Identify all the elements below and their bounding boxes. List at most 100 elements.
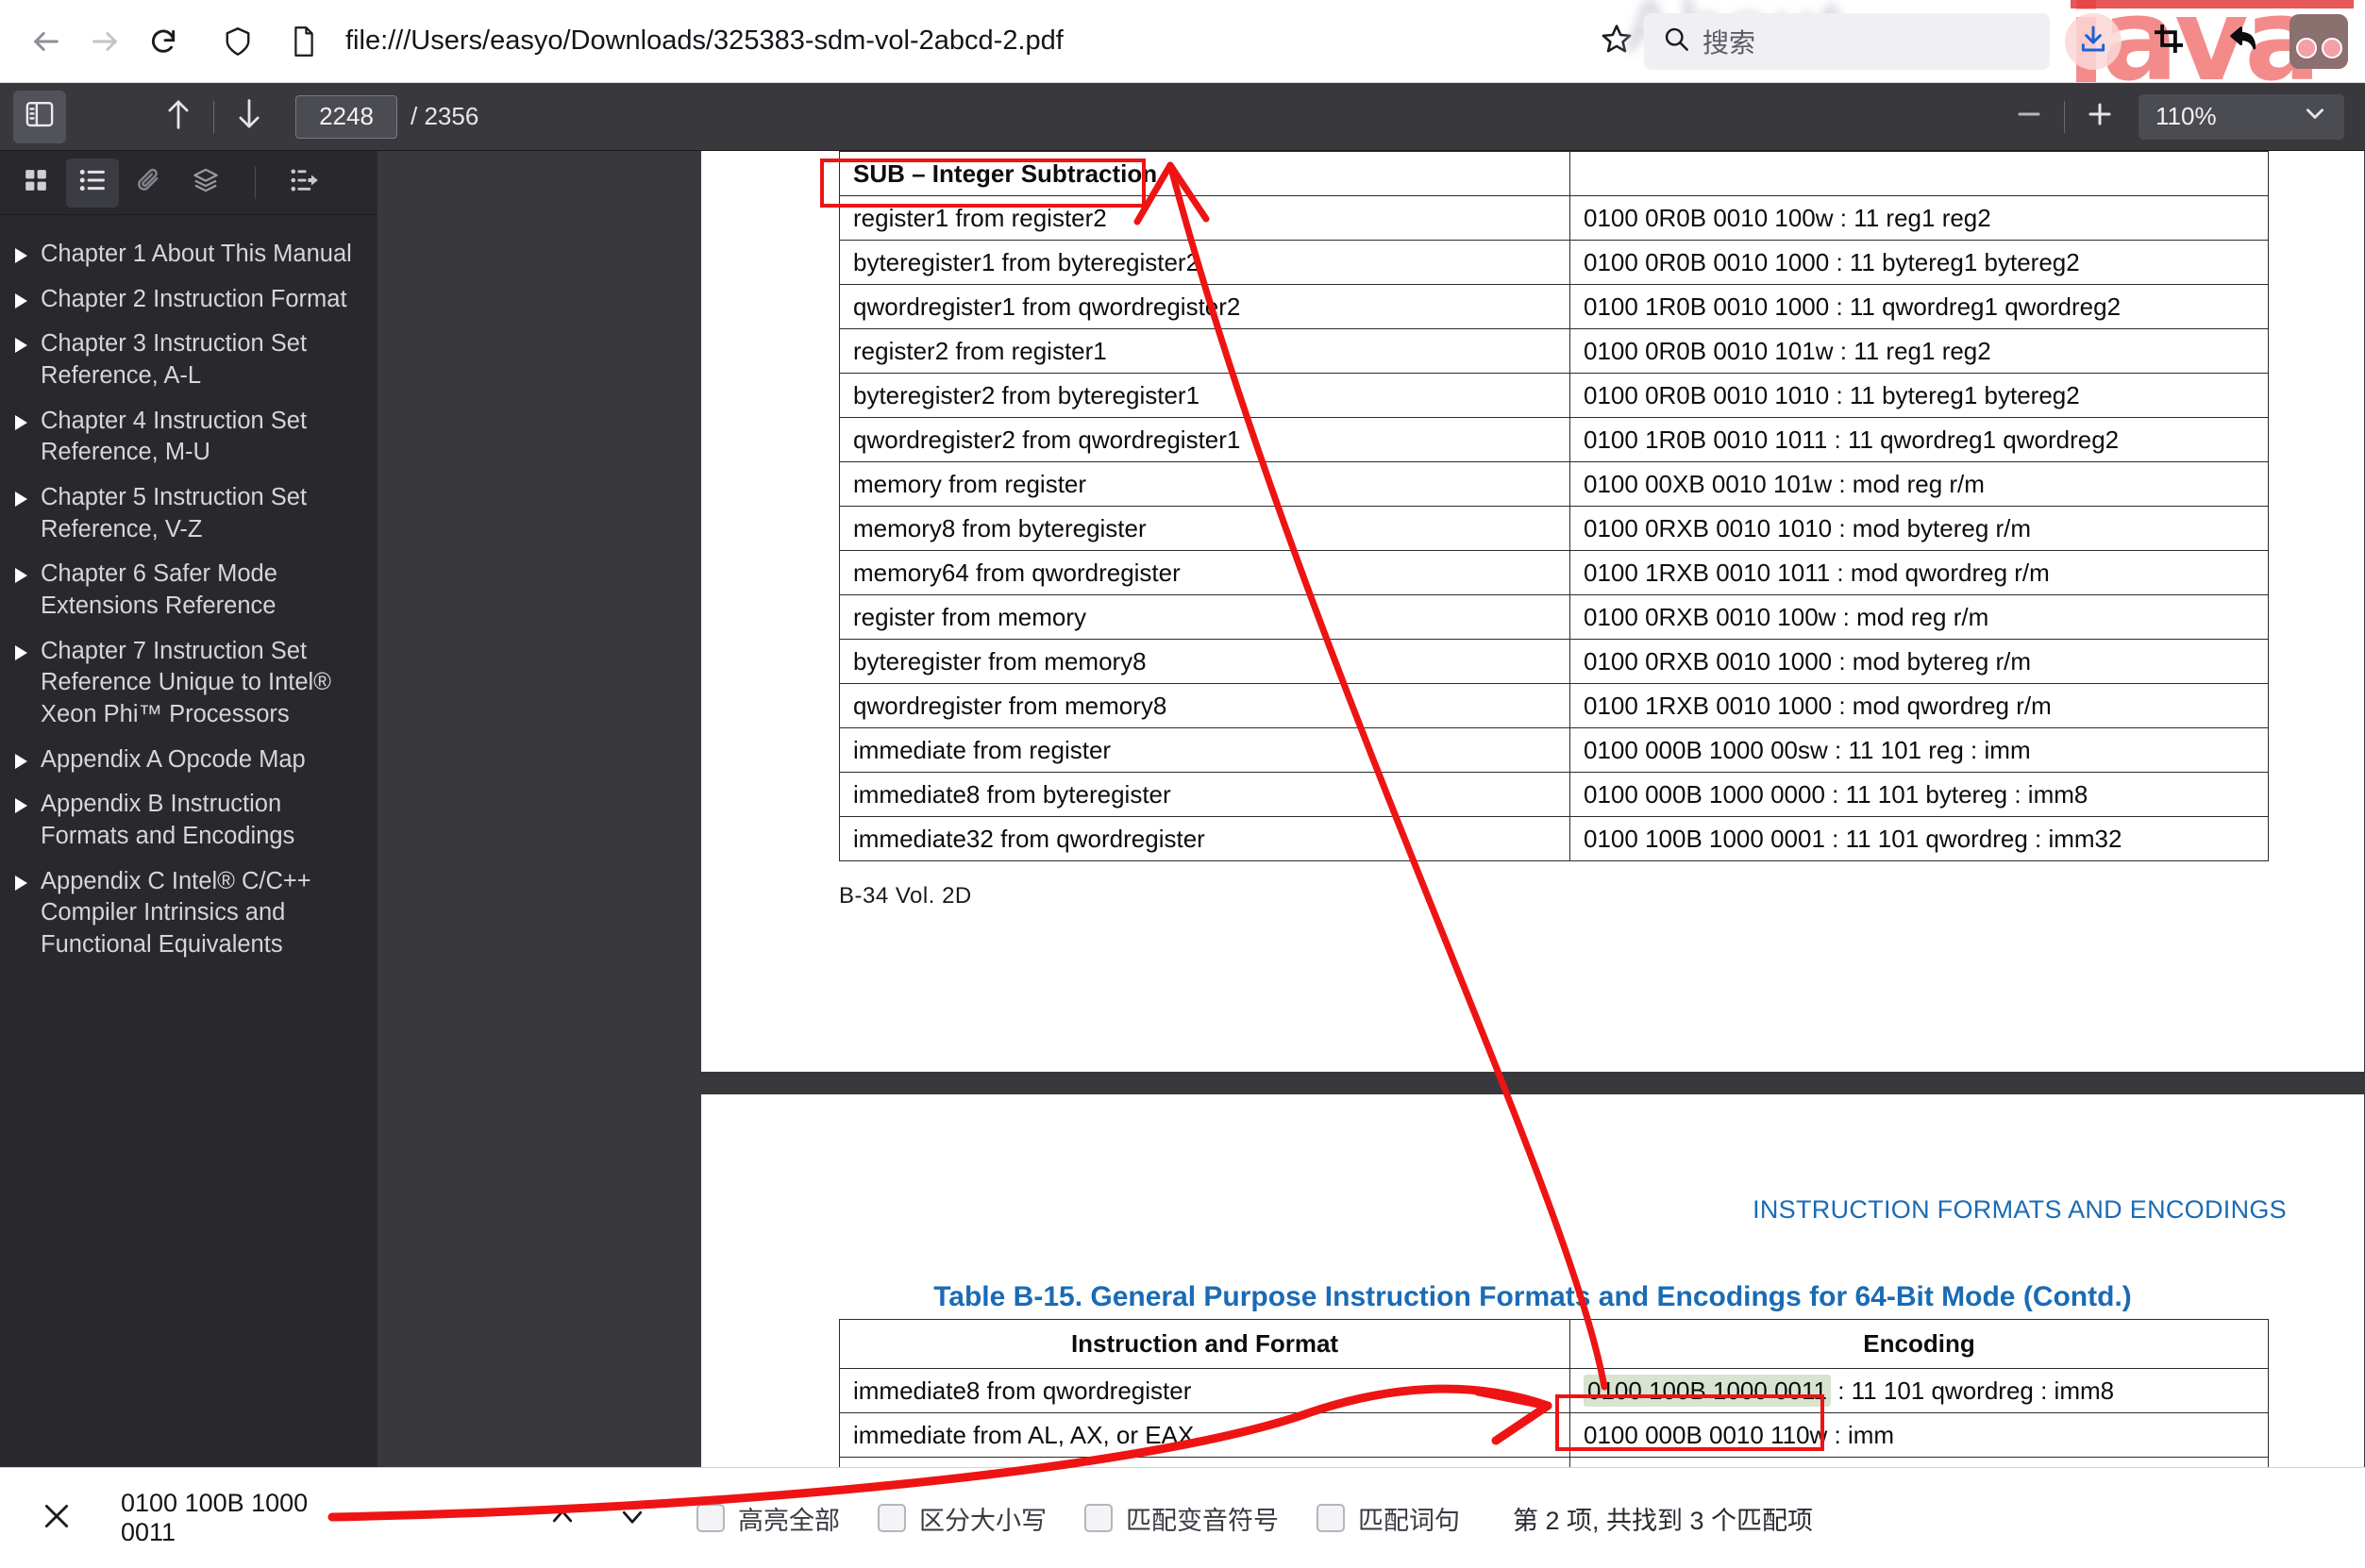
layers-icon [193,167,219,198]
instruction-cell: qwordregister1 from qwordregister2 [839,284,1570,329]
table-title: Table B-15. General Purpose Instruction … [933,1281,2132,1312]
browser-search-box[interactable]: 搜索 [1644,12,2050,70]
checkbox[interactable] [1317,1504,1345,1532]
pdf-sidebar: Chapter 1 About This Manual Chapter 2 In… [0,151,377,1467]
sidebar-item-label: Chapter 4 Instruction Set Reference, M-U [41,407,308,466]
reload-button[interactable] [134,12,193,71]
shield-icon[interactable] [213,17,262,66]
sidebar-item-chapter-4[interactable]: Chapter 4 Instruction Set Reference, M-U [0,399,377,475]
find-option-highlight-all[interactable]: 高亮全部 [696,1500,840,1537]
forward-button[interactable] [75,12,134,71]
sidebar-item-chapter-6[interactable]: Chapter 6 Safer Mode Extensions Referenc… [0,552,377,628]
chevron-right-icon[interactable] [15,753,27,769]
download-icon [2078,24,2108,58]
find-results-status: 第 2 项, 共找到 3 个匹配项 [1513,1506,1814,1535]
instruction-cell: register2 from register1 [839,328,1570,374]
star-icon [1601,23,1633,59]
find-previous-button[interactable] [540,1495,585,1541]
sidebar-view-switcher [0,151,377,215]
encoding-cell: 0100 1000 0010 1101 : imm32 [1569,1457,2269,1467]
page-number-input[interactable]: 2248 [295,94,397,139]
instruction-cell: immediate from AL, AX, or EAX [839,1412,1570,1458]
previous-page-button[interactable] [153,92,204,142]
zoom-divider [2064,100,2065,133]
chevron-right-icon[interactable] [15,491,27,507]
zoom-out-button[interactable] [2004,92,2055,142]
encoding-cell: 0100 000B 0010 110w : imm [1569,1412,2269,1458]
chevron-right-icon[interactable] [15,414,27,430]
checkbox[interactable] [696,1504,725,1532]
browser-search-placeholder: 搜索 [1702,27,1756,58]
back-button[interactable] [17,12,75,71]
table-row: register2 from register1 0100 0R0B 0010 1… [839,328,2269,374]
bookmark-button[interactable] [1589,14,1644,69]
option-label: 匹配词句 [1358,1506,1460,1535]
sidebar-item-chapter-5[interactable]: Chapter 5 Instruction Set Reference, V-Z [0,475,377,552]
document-outline-view-button[interactable] [66,158,119,208]
crop-icon [2154,24,2184,58]
layers-view-button[interactable] [179,158,232,208]
table-row: qwordregister2 from qwordregister1 0100 1… [839,417,2269,462]
sidebar-item-appendix-b[interactable]: Appendix B Instruction Formats and Encod… [0,782,377,859]
zoom-level-select[interactable]: 110% [2139,93,2344,140]
table-row: byteregister from memory8 0100 0RXB 0010 … [839,639,2269,684]
attachments-view-button[interactable] [123,158,176,208]
page-up-icon [164,98,193,135]
sidebar-toggle-button[interactable] [13,90,66,143]
find-bar: 0100 100B 1000 0011 高亮全部 区分大小写 匹配变音符号 匹配… [0,1467,2365,1568]
chevron-down-icon [618,1502,646,1535]
sidebar-item-chapter-3[interactable]: Chapter 3 Instruction Set Reference, A-L [0,322,377,398]
checkbox[interactable] [1084,1504,1113,1532]
encoding-cell: 0100 000B 1000 0000 : 11 101 bytereg : i… [1569,772,2269,817]
table-row: qwordregister from memory8 0100 1RXB 0010… [839,683,2269,728]
account-button[interactable] [2290,13,2348,69]
downloads-button[interactable] [2065,12,2122,70]
pdf-viewer[interactable]: memory 0100 00XB 0000 1111 : 0000 0000 :… [377,151,2365,1467]
brand-watermark-bar [2071,0,2354,8]
sidebar-item-chapter-2[interactable]: Chapter 2 Instruction Format [0,277,377,323]
zoom-in-button[interactable] [2074,92,2125,142]
encoding-cell: 0100 1R0B 0010 1011 : 11 qwordreg1 qword… [1569,417,2269,462]
find-option-match-case[interactable]: 区分大小写 [878,1500,1047,1537]
find-input[interactable]: 0100 100B 1000 0011 [100,1489,366,1547]
chevron-right-icon[interactable] [15,798,27,814]
sidebar-item-chapter-7[interactable]: Chapter 7 Instruction Set Reference Uniq… [0,629,377,738]
thumbnails-view-button[interactable] [9,158,62,208]
sidebar-item-appendix-a[interactable]: Appendix A Opcode Map [0,738,377,783]
chevron-right-icon[interactable] [15,644,27,660]
list-icon [79,168,106,197]
table-row: immediate from register 0100 000B 1000 00… [839,727,2269,773]
close-find-bar-button[interactable] [28,1490,85,1546]
paperclip-icon [136,167,162,198]
find-option-match-diacritics[interactable]: 匹配变音符号 [1084,1500,1279,1537]
next-page-button[interactable] [224,92,275,142]
chevron-right-icon[interactable] [15,248,27,263]
instruction-cell: immediate from register [839,727,1570,773]
chevron-right-icon[interactable] [15,568,27,584]
find-option-whole-words[interactable]: 匹配词句 [1317,1500,1460,1537]
document-outline-list: Chapter 1 About This Manual Chapter 2 In… [0,215,377,1467]
page-down-icon [235,98,263,135]
instruction-table-page-one: memory 0100 00XB 0000 1111 : 0000 0000 :… [839,151,2269,861]
current-outline-item-button[interactable] [278,158,331,208]
table-row: immediate32 from qwordregister 0100 100B … [839,816,2269,861]
url-bar[interactable]: file:///Users/easyo/Downloads/325383-sdm… [198,12,1589,71]
running-header: INSTRUCTION FORMATS AND ENCODINGS [1753,1195,2287,1224]
chevron-right-icon[interactable] [15,338,27,354]
encoding-cell: 0100 1RXB 0010 1000 : mod qwordreg r/m [1569,683,2269,728]
screenshot-crop-button[interactable] [2142,15,2195,68]
instruction-cell: memory from register [839,461,1570,507]
encoding-cell: 0100 00XB 0010 101w : mod reg r/m [1569,461,2269,507]
instruction-cell: qwordregister from memory8 [839,683,1570,728]
sidebar-item-appendix-c[interactable]: Appendix C Intel® C/C++ Compiler Intrins… [0,859,377,968]
chevron-right-icon[interactable] [15,292,27,309]
sidebar-item-chapter-1[interactable]: Chapter 1 About This Manual [0,232,377,277]
find-next-button[interactable] [610,1495,655,1541]
encoding-cell: 0100 0R0B 0010 100w : 11 reg1 reg2 [1569,195,2269,241]
undo-button[interactable] [2216,15,2269,68]
avatar-right-dot [2321,37,2342,58]
checkbox[interactable] [878,1504,906,1532]
instruction-cell: byteregister from memory8 [839,639,1570,684]
chevron-right-icon[interactable] [15,875,27,891]
sidebar-item-label: Chapter 2 Instruction Format [41,285,347,312]
